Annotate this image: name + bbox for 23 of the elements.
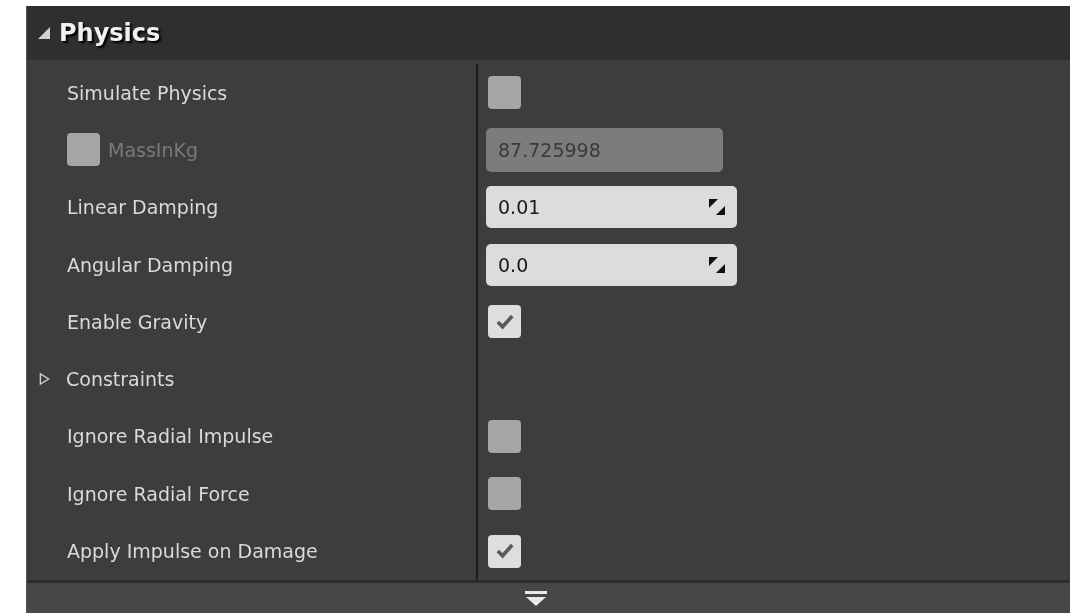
resize-arrows-icon xyxy=(709,256,725,273)
expand-down-icon[interactable] xyxy=(524,591,547,608)
property-label: Ignore Radial Force xyxy=(67,482,250,505)
section-header[interactable]: Physics xyxy=(27,6,1070,60)
property-label: Apply Impulse on Damage xyxy=(67,540,318,562)
property-label: Constraints xyxy=(66,368,175,391)
checkbox[interactable] xyxy=(488,419,521,453)
property-label: Ignore Radial Impulse xyxy=(67,425,274,448)
section-title: Physics xyxy=(59,19,161,47)
property-label: MassInKg xyxy=(108,138,198,161)
checkbox[interactable] xyxy=(488,76,521,110)
checkbox[interactable] xyxy=(488,477,521,511)
collapse-triangle-icon[interactable] xyxy=(37,26,51,40)
property-label: Simulate Physics xyxy=(67,81,228,104)
resize-arrows-icon xyxy=(709,199,725,216)
property-label: Enable Gravity xyxy=(67,310,208,333)
number-field[interactable]: 0.0 xyxy=(486,243,737,286)
number-field[interactable]: 0.01 xyxy=(486,186,737,229)
property-label: Linear Damping xyxy=(67,196,219,219)
expand-triangle-icon[interactable] xyxy=(39,372,50,387)
checkbox[interactable] xyxy=(488,534,521,568)
property-label: Angular Damping xyxy=(67,253,234,276)
checkbox[interactable] xyxy=(488,305,521,339)
